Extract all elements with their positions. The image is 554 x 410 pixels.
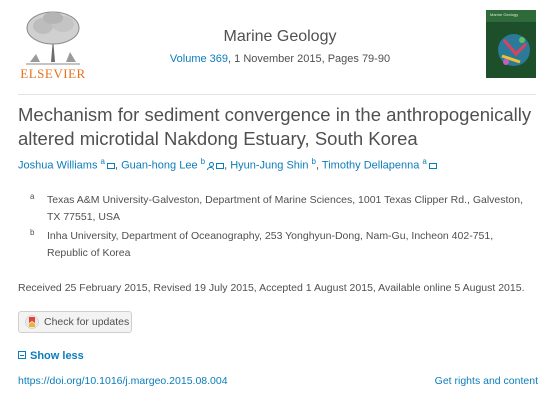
cover-title: Marine Geology [490, 12, 518, 17]
header-divider [18, 94, 536, 95]
show-less-toggle[interactable]: Show less [18, 350, 84, 362]
email-icon[interactable] [428, 162, 437, 169]
doi-link[interactable]: https://doi.org/10.1016/j.margeo.2015.08… [18, 375, 228, 387]
issue-details: , 1 November 2015, Pages 79-90 [228, 53, 391, 65]
affiliation-marker[interactable]: b [201, 157, 205, 166]
journal-issue: Volume 369, 1 November 2015, Pages 79-90 [100, 53, 460, 65]
author-name[interactable]: Guan-hong Lee [121, 160, 197, 172]
affiliation-key: b [30, 228, 35, 237]
affiliation-text: Inha University, Department of Oceanogra… [47, 230, 494, 259]
article-title: Mechanism for sediment convergence in th… [18, 104, 532, 149]
person-icon[interactable] [207, 161, 215, 170]
author-name[interactable]: Hyun-Jung Shin [230, 160, 308, 172]
author-name[interactable]: Joshua Williams [18, 160, 97, 172]
check-for-updates-button[interactable]: Check for updates [18, 311, 132, 333]
email-icon[interactable] [216, 162, 225, 169]
affiliation-marker[interactable]: a [101, 157, 105, 166]
journal-cover-image[interactable]: Marine Geology [486, 10, 536, 78]
journal-title[interactable]: Marine Geology [100, 28, 460, 46]
collapse-icon [18, 351, 26, 359]
affiliation-text: Texas A&M University-Galveston, Departme… [47, 194, 524, 223]
affiliation-key: a [30, 192, 35, 201]
show-less-label: Show less [30, 350, 84, 362]
elsevier-wordmark[interactable]: ELSEVIER [18, 66, 88, 82]
email-icon[interactable] [106, 162, 115, 169]
affiliation-item: a Texas A&M University-Galveston, Depart… [30, 192, 536, 226]
check-for-updates-label: Check for updates [44, 316, 130, 328]
affiliation-marker[interactable]: a [422, 157, 426, 166]
affiliation-item: b Inha University, Department of Oceanog… [30, 228, 536, 262]
author-name[interactable]: Timothy Dellapenna [322, 160, 419, 172]
article-history: Received 25 February 2015, Revised 19 Ju… [18, 282, 525, 294]
article-header: ELSEVIER Marine Geology Volume 369, 1 No… [0, 0, 554, 92]
rights-link[interactable]: Get rights and content [435, 375, 538, 387]
crossmark-icon [25, 315, 39, 329]
author-list: Joshua Williams a, Guan-hong Lee b, Hyun… [18, 157, 538, 172]
volume-link[interactable]: Volume 369 [170, 53, 228, 65]
